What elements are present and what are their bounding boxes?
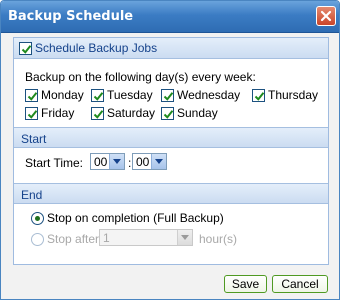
- day-label: Sunday: [177, 106, 218, 120]
- checkmark-icon: [163, 109, 174, 119]
- day-checkbox-saturday[interactable]: Saturday: [91, 106, 155, 120]
- day-checkbox-wednesday[interactable]: Wednesday: [161, 88, 240, 102]
- start-section-title: Start: [21, 132, 47, 146]
- day-checkbox-tuesday[interactable]: Tuesday: [91, 88, 153, 102]
- stop-after-hours-dropdown[interactable]: [177, 230, 192, 245]
- end-section-title: End: [21, 188, 43, 202]
- end-section-header: End: [14, 183, 328, 204]
- cancel-button[interactable]: Cancel: [272, 275, 328, 293]
- schedule-jobs-label: Schedule Backup Jobs: [35, 41, 158, 55]
- checkmark-icon: [93, 91, 104, 101]
- checkmark-icon: [27, 109, 38, 119]
- checkmark-icon: [254, 91, 265, 101]
- save-button[interactable]: Save: [224, 275, 267, 293]
- day-label: Tuesday: [107, 88, 153, 102]
- start-minute-select[interactable]: 00: [132, 153, 167, 170]
- dialog-body: Schedule Backup Jobs Backup on the follo…: [13, 37, 329, 265]
- checkmark-icon: [163, 91, 174, 101]
- checkmark-icon: [21, 44, 32, 54]
- chevron-down-icon: [113, 159, 121, 164]
- time-separator: :: [128, 156, 132, 170]
- day-label: Saturday: [107, 106, 156, 120]
- stop-on-completion-label: Stop on completion (Full Backup): [47, 211, 224, 225]
- stop-after-radio[interactable]: Stop after: [31, 232, 99, 246]
- title-bar[interactable]: Backup Schedule: [1, 1, 339, 33]
- day-checkbox-friday[interactable]: Friday: [25, 106, 74, 120]
- chevron-down-icon: [155, 159, 163, 164]
- start-hour-dropdown[interactable]: [109, 154, 124, 169]
- close-icon: [320, 10, 332, 22]
- start-minute-dropdown[interactable]: [151, 154, 166, 169]
- day-label: Thursday: [268, 88, 319, 102]
- stop-after-label: Stop after: [47, 232, 100, 246]
- day-checkbox-monday[interactable]: Monday: [25, 88, 84, 102]
- start-hour-select[interactable]: 00: [90, 153, 125, 170]
- day-checkbox-sunday[interactable]: Sunday: [161, 106, 218, 120]
- day-label: Friday: [41, 106, 75, 120]
- hours-unit-label: hour(s): [199, 232, 238, 246]
- close-button[interactable]: [316, 6, 336, 26]
- day-label: Monday: [41, 88, 84, 102]
- checkmark-icon: [93, 109, 104, 119]
- checkmark-icon: [27, 91, 38, 101]
- day-checkbox-thursday[interactable]: Thursday: [252, 88, 318, 102]
- start-minute-value: 00: [136, 155, 150, 169]
- day-label: Wednesday: [177, 88, 241, 102]
- days-prompt: Backup on the following day(s) every wee…: [25, 70, 256, 84]
- chevron-down-icon: [181, 235, 189, 240]
- backup-schedule-dialog: Backup Schedule Schedule Backup Jobs Bac…: [0, 0, 340, 300]
- start-hour-value: 00: [94, 155, 108, 169]
- stop-after-hours-select[interactable]: 1: [99, 229, 193, 246]
- stop-on-completion-radio[interactable]: Stop on completion (Full Backup): [31, 211, 224, 225]
- start-section-header: Start: [14, 127, 328, 148]
- schedule-jobs-checkbox[interactable]: Schedule Backup Jobs: [19, 41, 157, 55]
- stop-after-hours-value: 1: [103, 231, 110, 245]
- start-time-label: Start Time:: [25, 156, 84, 170]
- dialog-title: Backup Schedule: [8, 9, 134, 24]
- schedule-header: Schedule Backup Jobs: [14, 38, 328, 59]
